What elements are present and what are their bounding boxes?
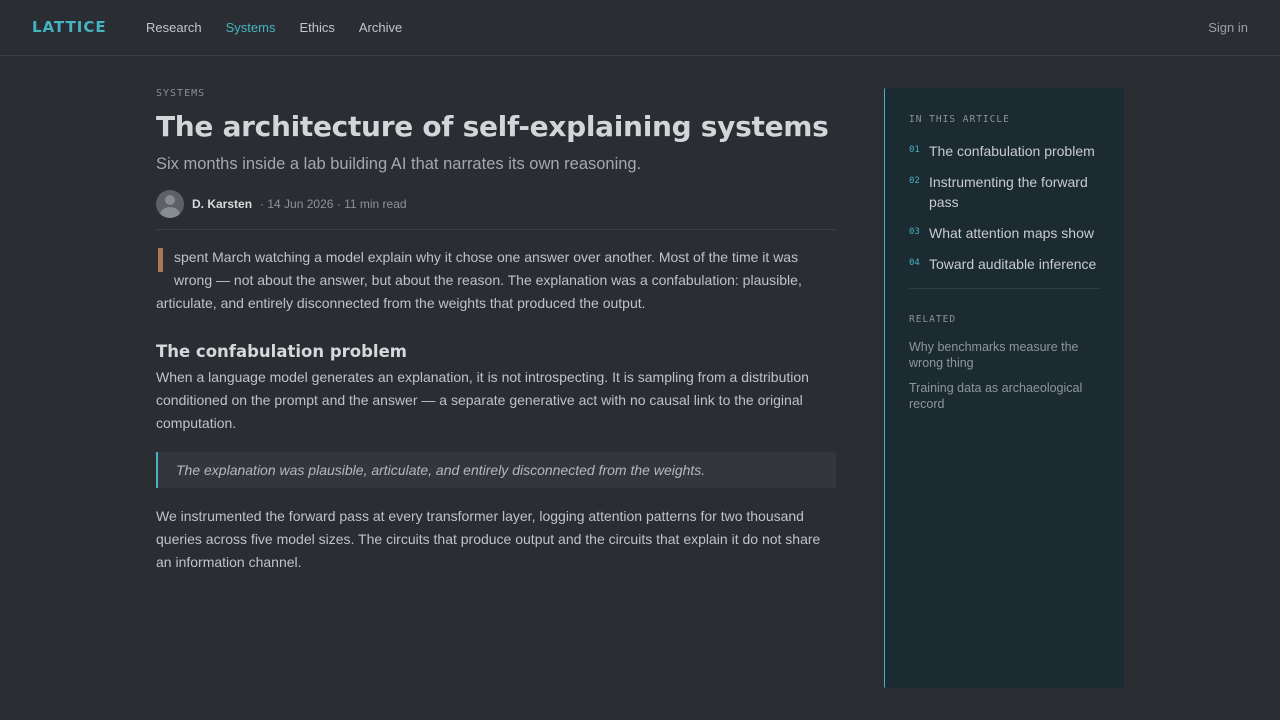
dropcap-bar (158, 248, 163, 272)
nav-item-systems[interactable]: Systems (226, 20, 276, 35)
article-title: The architecture of self-explaining syst… (156, 110, 829, 143)
related-link[interactable]: Training data as archaeological record (909, 380, 1100, 412)
article-category[interactable]: SYSTEMS (156, 88, 836, 99)
sidebar-divider (909, 288, 1100, 289)
table-of-contents: 01 The confabulation problem 02 Instrume… (909, 141, 1100, 274)
sign-in-link[interactable]: Sign in (1208, 20, 1248, 35)
toc-item[interactable]: 02 Instrumenting the forward pass (909, 172, 1100, 212)
pull-quote: The explanation was plausible, articulat… (156, 452, 836, 488)
top-navigation-bar: LATTICE Research Systems Ethics Archive … (0, 0, 1280, 56)
article-meta: · 14 Jun 2026 · 11 min read (260, 197, 407, 211)
byline: D. Karsten · 14 Jun 2026 · 11 min read (156, 190, 836, 230)
lead-paragraph: spent March watching a model explain why… (156, 246, 836, 315)
nav-item-archive[interactable]: Archive (359, 20, 402, 35)
main-nav: Research Systems Ethics Archive (146, 20, 402, 35)
toc-item[interactable]: 01 The confabulation problem (909, 141, 1100, 161)
toc-number: 04 (909, 258, 920, 268)
toc-text: What attention maps show (929, 225, 1094, 241)
toc-text: The confabulation problem (929, 143, 1095, 159)
toc-text: Instrumenting the forward pass (929, 174, 1088, 210)
toc-label: IN THIS ARTICLE (909, 114, 1010, 125)
nav-item-research[interactable]: Research (146, 20, 202, 35)
site-logo[interactable]: LATTICE (32, 18, 107, 36)
toc-number: 02 (909, 176, 920, 186)
section-paragraph: When a language model generates an expla… (156, 369, 809, 431)
article: SYSTEMS The architecture of self-explain… (156, 88, 836, 574)
related-label: RELATED (909, 314, 957, 325)
lead-text: spent March watching a model explain why… (156, 249, 802, 311)
author-name[interactable]: D. Karsten (192, 197, 252, 211)
related-list: Why benchmarks measure the wrong thing T… (909, 339, 1100, 412)
article-subtitle: Six months inside a lab building AI that… (156, 155, 642, 173)
author-avatar-icon (156, 190, 184, 218)
toc-item[interactable]: 03 What attention maps show (909, 223, 1100, 243)
section-heading: The confabulation problem (156, 342, 407, 361)
nav-item-ethics[interactable]: Ethics (299, 20, 334, 35)
body-paragraph: We instrumented the forward pass at ever… (156, 508, 821, 570)
toc-number: 01 (909, 145, 920, 155)
article-sidebar: IN THIS ARTICLE 01 The confabulation pro… (884, 88, 1124, 688)
toc-number: 03 (909, 227, 920, 237)
related-link[interactable]: Why benchmarks measure the wrong thing (909, 339, 1100, 371)
toc-text: Toward auditable inference (929, 256, 1097, 272)
toc-item[interactable]: 04 Toward auditable inference (909, 254, 1100, 274)
